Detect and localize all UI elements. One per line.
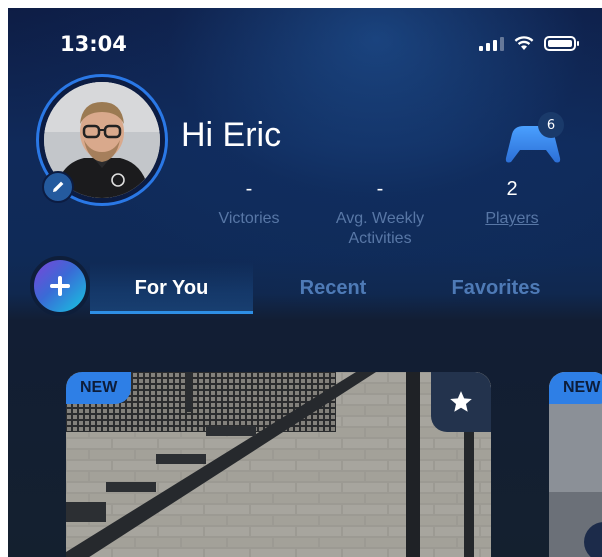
status-icons bbox=[479, 36, 579, 51]
tab-for-you[interactable]: For You bbox=[90, 262, 253, 314]
stat-label-line2: Activities bbox=[348, 230, 412, 247]
players-count-badge: 6 bbox=[538, 112, 564, 138]
new-badge: NEW bbox=[66, 372, 132, 404]
stat-label: Victories bbox=[218, 210, 280, 227]
edit-avatar-button[interactable] bbox=[42, 171, 74, 203]
tab-favorites[interactable]: Favorites bbox=[428, 262, 564, 314]
activity-card-next[interactable]: NEW bbox=[549, 372, 602, 557]
activity-card[interactable]: NEW bbox=[66, 372, 491, 557]
battery-icon bbox=[544, 36, 579, 51]
stat-avg-weekly-activities: - Avg. Weekly Activities bbox=[318, 178, 442, 249]
card-image bbox=[66, 372, 491, 557]
signal-icon bbox=[479, 36, 504, 51]
add-button[interactable] bbox=[30, 256, 90, 316]
greeting-title: Hi Eric bbox=[181, 116, 282, 154]
stat-label-line1: Avg. Weekly bbox=[335, 210, 425, 227]
stat-players[interactable]: 2 Players bbox=[470, 178, 554, 229]
pencil-icon bbox=[53, 181, 64, 192]
new-badge: NEW bbox=[549, 372, 602, 404]
tab-recent[interactable]: Recent bbox=[268, 262, 398, 314]
stat-victories: - Victories bbox=[204, 178, 294, 229]
stat-value: - bbox=[376, 178, 384, 200]
favorite-button[interactable] bbox=[431, 372, 491, 432]
stat-value: - bbox=[245, 178, 253, 200]
app-screen: 13:04 Hi Eric 6 - Victories - Avg. Weekl… bbox=[8, 8, 602, 557]
stat-value: 2 bbox=[506, 178, 518, 200]
plus-icon bbox=[50, 276, 70, 296]
star-icon bbox=[450, 391, 472, 412]
wifi-icon bbox=[514, 36, 534, 50]
players-link[interactable]: Players bbox=[470, 209, 554, 229]
status-time: 13:04 bbox=[60, 32, 127, 56]
